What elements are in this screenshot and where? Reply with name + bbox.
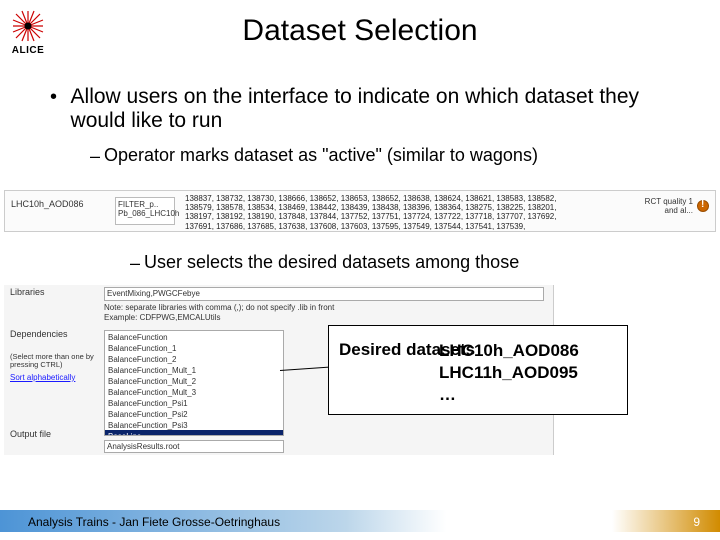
content-block: • Allow users on the interface to indica… [50, 85, 690, 167]
label-outputfile: Output file [10, 429, 51, 439]
sub1-text: Operator marks dataset as "active" (simi… [104, 145, 538, 166]
sort-link[interactable]: Sort alphabetically [10, 373, 100, 382]
label-dependencies: Dependencies [10, 329, 100, 339]
list-item[interactable]: BaseLine [105, 430, 283, 436]
dataset-name: LHC10h_AOD086 [11, 199, 84, 209]
list-item[interactable]: BalanceFunction_Psi3 [105, 419, 283, 430]
note-text: Note: separate libraries with comma (,);… [104, 303, 334, 312]
list-item[interactable]: BalanceFunction_Mult_3 [105, 386, 283, 397]
runs-list: 138837, 138732, 138730, 138666, 138652, … [185, 194, 585, 231]
operator-dataset-row: LHC10h_AOD086 FILTER_p.. Pb_086_LHC10h 1… [4, 190, 716, 232]
libraries-input[interactable]: EventMixing,PWGCFebye [104, 287, 544, 301]
callout-box: Desired datasets LHC10h_AOD086 LHC11h_AO… [328, 325, 628, 415]
bullet-level2: – User selects the desired datasets amon… [130, 252, 519, 274]
slide-number: 9 [693, 515, 700, 529]
rct-badge: RCT quality 1 and al... [645, 197, 709, 215]
list-item[interactable]: BalanceFunction_2 [105, 353, 283, 364]
warning-icon [697, 200, 709, 212]
filter-box[interactable]: FILTER_p.. Pb_086_LHC10h [115, 197, 175, 225]
example-text: Example: CDFPWG,EMCALUtils [104, 313, 220, 322]
footer: Analysis Trains - Jan Fiete Grosse-Oetri… [0, 508, 720, 532]
footer-text: Analysis Trains - Jan Fiete Grosse-Oetri… [28, 515, 280, 529]
list-item[interactable]: BalanceFunction_1 [105, 342, 283, 353]
bullet-level2: – Operator marks dataset as "active" (si… [90, 145, 690, 167]
label-dep-hint: (Select more than one by pressing CTRL) [10, 353, 100, 369]
list-item[interactable]: BalanceFunction [105, 331, 283, 342]
bullet1-text: Allow users on the interface to indicate… [71, 85, 690, 133]
dependencies-listbox[interactable]: BalanceFunction BalanceFunction_1 Balanc… [104, 330, 284, 436]
outputfile-input[interactable]: AnalysisResults.root [104, 440, 284, 453]
bullet-level1: • Allow users on the interface to indica… [50, 85, 690, 133]
list-item[interactable]: BalanceFunction_Psi2 [105, 408, 283, 419]
sub2-text: User selects the desired datasets among … [144, 252, 519, 273]
slide: ALICE Dataset Selection • Allow users on… [0, 0, 720, 540]
list-item[interactable]: BalanceFunction_Psi1 [105, 397, 283, 408]
slide-title: Dataset Selection [0, 14, 720, 48]
list-item[interactable]: BalanceFunction_Mult_2 [105, 375, 283, 386]
label-libraries: Libraries [10, 287, 100, 297]
list-item[interactable]: BalanceFunction_Mult_1 [105, 364, 283, 375]
callout-values: LHC10h_AOD086 LHC11h_AOD095 … [439, 340, 579, 405]
